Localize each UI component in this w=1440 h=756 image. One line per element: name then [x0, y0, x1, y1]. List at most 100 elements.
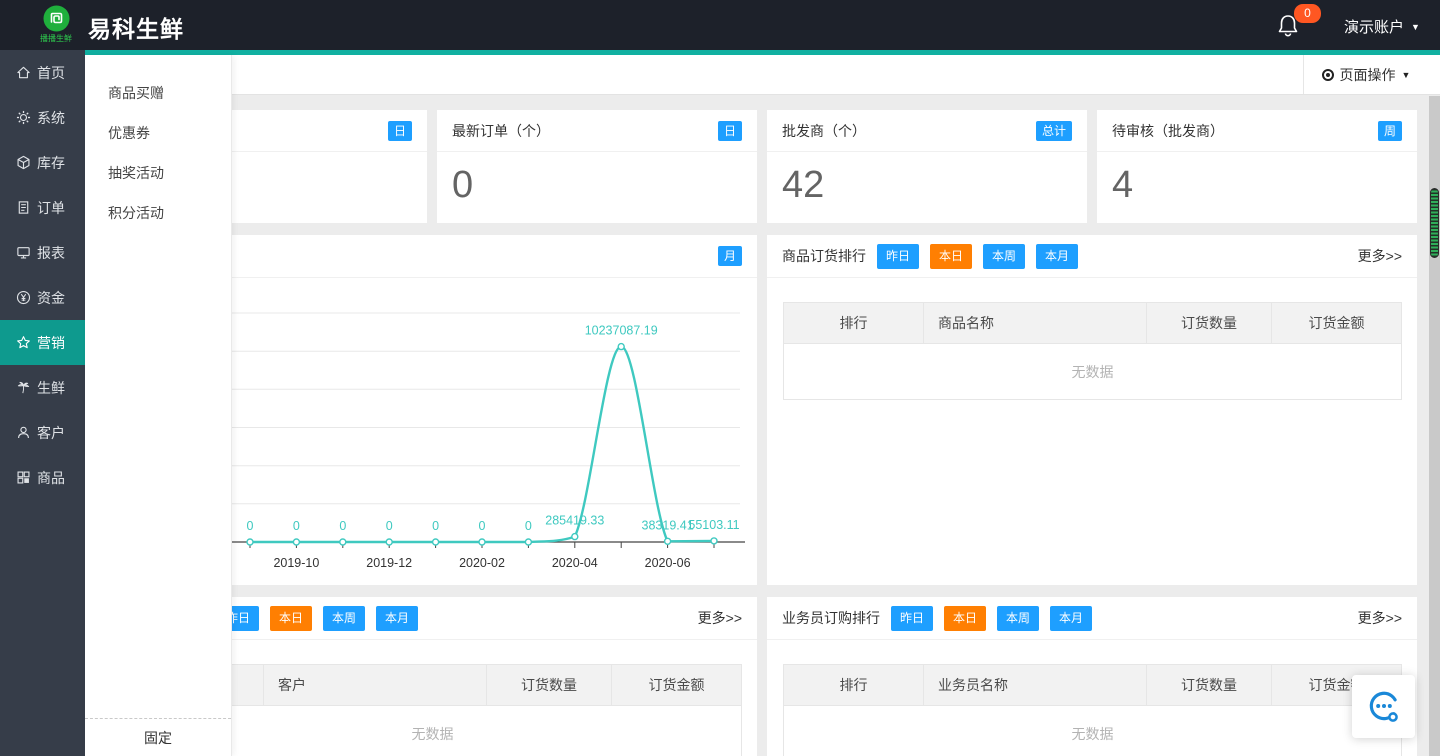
- chevron-down-icon: ▼: [1402, 70, 1411, 80]
- star-icon: [16, 335, 31, 350]
- period-badge[interactable]: 日: [388, 121, 412, 141]
- submenu-item-coupon[interactable]: 优惠券: [85, 113, 231, 153]
- sidebar-item-system[interactable]: 系统: [0, 95, 85, 140]
- svg-text:285419.33: 285419.33: [545, 514, 604, 528]
- account-menu[interactable]: 演示账户 ▼: [1344, 16, 1420, 37]
- tab-yesterday[interactable]: 昨日: [891, 606, 933, 631]
- column-header: 订货数量: [1147, 665, 1272, 706]
- salesman-rank-table: 排行 业务员名称 订货数量 订货金额 无数据: [783, 664, 1402, 756]
- marketing-submenu: 商品买赠 优惠券 抽奖活动 积分活动 固定: [85, 55, 232, 756]
- tab-today[interactable]: 本日: [944, 606, 986, 631]
- gear-icon: [16, 110, 31, 125]
- tab-this-week[interactable]: 本周: [983, 244, 1025, 269]
- svg-text:0: 0: [293, 519, 300, 533]
- notification-count-badge[interactable]: 0: [1294, 4, 1321, 23]
- radio-dot-icon: [1322, 69, 1334, 81]
- stat-card: 最新订单（个）日 0: [437, 110, 757, 223]
- empty-placeholder: 无数据: [784, 706, 1402, 756]
- sidebar-item-inventory[interactable]: 库存: [0, 140, 85, 185]
- svg-text:0: 0: [479, 519, 486, 533]
- document-icon: [16, 200, 31, 215]
- sidebar-item-label: 报表: [37, 243, 65, 263]
- scrollbar-track: [1429, 96, 1440, 756]
- svg-text:10237087.19: 10237087.19: [585, 324, 658, 338]
- svg-text:0: 0: [525, 519, 532, 533]
- tree-icon: [16, 380, 31, 395]
- svg-text:2020-02: 2020-02: [459, 556, 505, 570]
- svg-text:2020-06: 2020-06: [645, 556, 691, 570]
- sidebar-item-goods[interactable]: 商品: [0, 455, 85, 500]
- period-badge[interactable]: 总计: [1036, 121, 1072, 141]
- svg-text:0: 0: [339, 519, 346, 533]
- account-label: 演示账户: [1344, 16, 1404, 37]
- period-badge[interactable]: 月: [718, 246, 742, 266]
- tab-today[interactable]: 本日: [930, 244, 972, 269]
- column-header: 商品名称: [924, 303, 1147, 344]
- submenu-item-lottery[interactable]: 抽奖活动: [85, 153, 231, 193]
- sidebar-item-customers[interactable]: 客户: [0, 410, 85, 455]
- period-badge[interactable]: 日: [718, 121, 742, 141]
- sidebar-item-orders[interactable]: 订单: [0, 185, 85, 230]
- page-toolbar: 页面操作 ▼: [85, 55, 1440, 95]
- more-link[interactable]: 更多>>: [1358, 608, 1402, 628]
- more-link[interactable]: 更多>>: [698, 608, 742, 628]
- grid-icon: [16, 470, 31, 485]
- svg-text:2019-12: 2019-12: [366, 556, 412, 570]
- svg-text:2019-10: 2019-10: [273, 556, 319, 570]
- sidebar-item-label: 资金: [37, 288, 65, 308]
- stat-value: 42: [767, 152, 1087, 207]
- yen-icon: [16, 290, 31, 305]
- sidebar-item-label: 营销: [37, 333, 65, 353]
- sidebar-item-label: 订单: [37, 198, 65, 218]
- product-rank-table: 排行 商品名称 订货数量 订货金额 无数据: [783, 302, 1402, 400]
- empty-placeholder: 无数据: [784, 344, 1402, 400]
- submenu-item-gift[interactable]: 商品买赠: [85, 73, 231, 113]
- tab-this-month[interactable]: 本月: [1036, 244, 1078, 269]
- stat-card: 待审核（批发商）周 4: [1097, 110, 1417, 223]
- sidebar-item-label: 商品: [37, 468, 65, 488]
- tab-this-week[interactable]: 本周: [997, 606, 1039, 631]
- accent-strip: [85, 50, 1440, 55]
- page-actions-label: 页面操作: [1340, 65, 1396, 85]
- brand-logo-icon: [43, 5, 70, 32]
- app-logo: 播播生鲜: [40, 5, 72, 44]
- home-icon: [16, 65, 31, 80]
- stat-title: 最新订单（个）: [452, 121, 550, 141]
- chat-bubble-icon: [1365, 688, 1403, 726]
- sidebar-item-funds[interactable]: 资金: [0, 275, 85, 320]
- svg-text:38319.41: 38319.41: [642, 518, 694, 532]
- box-icon: [16, 155, 31, 170]
- top-header: 播播生鲜 易科生鲜 0 演示账户 ▼: [0, 0, 1440, 50]
- submenu-item-points[interactable]: 积分活动: [85, 193, 231, 233]
- more-link[interactable]: 更多>>: [1358, 246, 1402, 266]
- sidebar-nav: 首页 系统 库存 订单 报表 资金 营销 生鲜 客户 商品: [0, 50, 85, 756]
- tab-this-week[interactable]: 本周: [323, 606, 365, 631]
- pin-submenu-button[interactable]: 固定: [85, 718, 231, 756]
- column-header: 订货数量: [487, 665, 612, 706]
- stat-card: 批发商（个） 总计 42: [767, 110, 1087, 223]
- page-actions-button[interactable]: 页面操作 ▼: [1303, 55, 1428, 94]
- salesman-rank-panel: 业务员订购排行 昨日 本日 本周 本月 更多>> 排行 业务员名称 订货数量 订…: [767, 597, 1417, 756]
- column-header: 排行: [784, 665, 924, 706]
- sidebar-item-home[interactable]: 首页: [0, 50, 85, 95]
- scrollbar-thumb[interactable]: [1430, 188, 1439, 258]
- product-rank-panel: 商品订货排行 昨日 本日 本周 本月 更多>> 排行 商品名称 订货数量 订货金…: [767, 235, 1417, 585]
- tab-today[interactable]: 本日: [270, 606, 312, 631]
- column-header: 客户: [264, 665, 487, 706]
- panel-title: 业务员订购排行: [782, 608, 880, 628]
- stat-title: 批发商（个）: [782, 121, 866, 141]
- logo-caption: 播播生鲜: [40, 33, 72, 44]
- monitor-icon: [16, 245, 31, 260]
- chevron-down-icon: ▼: [1411, 22, 1420, 32]
- tab-this-month[interactable]: 本月: [376, 606, 418, 631]
- sidebar-item-reports[interactable]: 报表: [0, 230, 85, 275]
- chat-widget-button[interactable]: [1352, 675, 1415, 738]
- sidebar-item-fresh[interactable]: 生鲜: [0, 365, 85, 410]
- svg-text:55103.11: 55103.11: [688, 518, 739, 532]
- sidebar-item-marketing[interactable]: 营销: [0, 320, 85, 365]
- period-badge[interactable]: 周: [1378, 121, 1402, 141]
- tab-yesterday[interactable]: 昨日: [877, 244, 919, 269]
- svg-text:0: 0: [247, 519, 254, 533]
- tab-this-month[interactable]: 本月: [1050, 606, 1092, 631]
- stat-title: 待审核（批发商）: [1112, 121, 1224, 141]
